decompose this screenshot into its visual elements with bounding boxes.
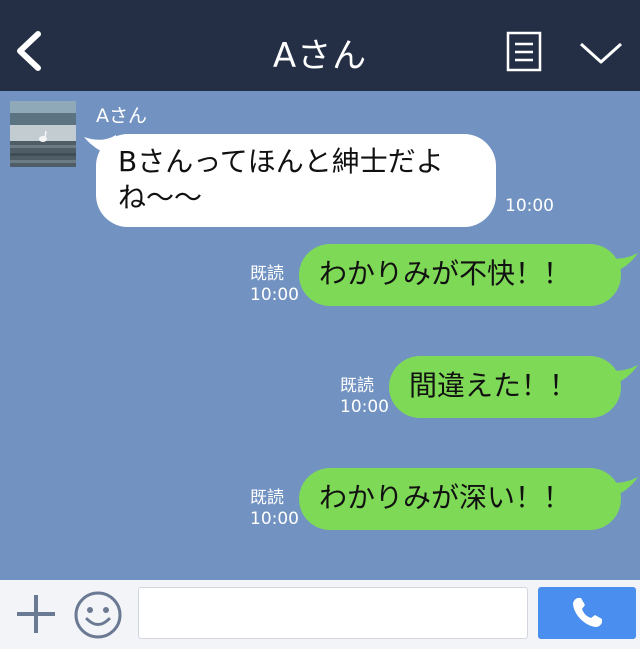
call-button[interactable] xyxy=(538,587,636,639)
smiley-icon xyxy=(74,591,122,639)
message-time: 10:00 xyxy=(250,509,299,529)
chat-area[interactable]: Aさん Bさんってほんと紳士だよね〜〜 10:00 既読 10:00 わかりみが… xyxy=(0,91,640,580)
chat-title: Aさん xyxy=(272,36,368,76)
sender-name: Aさん xyxy=(96,105,147,127)
message-time: 10:00 xyxy=(250,285,299,305)
emoji-button[interactable] xyxy=(72,589,124,641)
incoming-message[interactable]: Bさんってほんと紳士だよね〜〜 xyxy=(96,134,496,227)
message-time: 10:00 xyxy=(505,196,554,216)
read-receipt: 既読 xyxy=(340,376,374,396)
add-button[interactable] xyxy=(14,592,58,636)
outgoing-message[interactable]: わかりみが不快！！ xyxy=(299,244,621,306)
avatar-image xyxy=(10,101,76,167)
message-time: 10:00 xyxy=(340,397,389,417)
outgoing-message[interactable]: わかりみが深い！！ xyxy=(299,468,621,530)
message-input[interactable] xyxy=(138,587,528,639)
menu-button[interactable] xyxy=(506,31,544,73)
input-bar xyxy=(0,580,640,649)
read-receipt: 既読 xyxy=(250,488,284,508)
chat-header: Aさん xyxy=(0,0,640,91)
avatar[interactable] xyxy=(10,101,76,167)
expand-button[interactable] xyxy=(578,38,624,68)
phone-icon xyxy=(573,598,602,627)
read-receipt: 既読 xyxy=(250,264,284,284)
note-icon xyxy=(506,31,542,72)
chevron-down-icon xyxy=(579,42,623,64)
plus-icon xyxy=(17,595,55,633)
outgoing-message[interactable]: 間違えた！！ xyxy=(389,356,621,418)
